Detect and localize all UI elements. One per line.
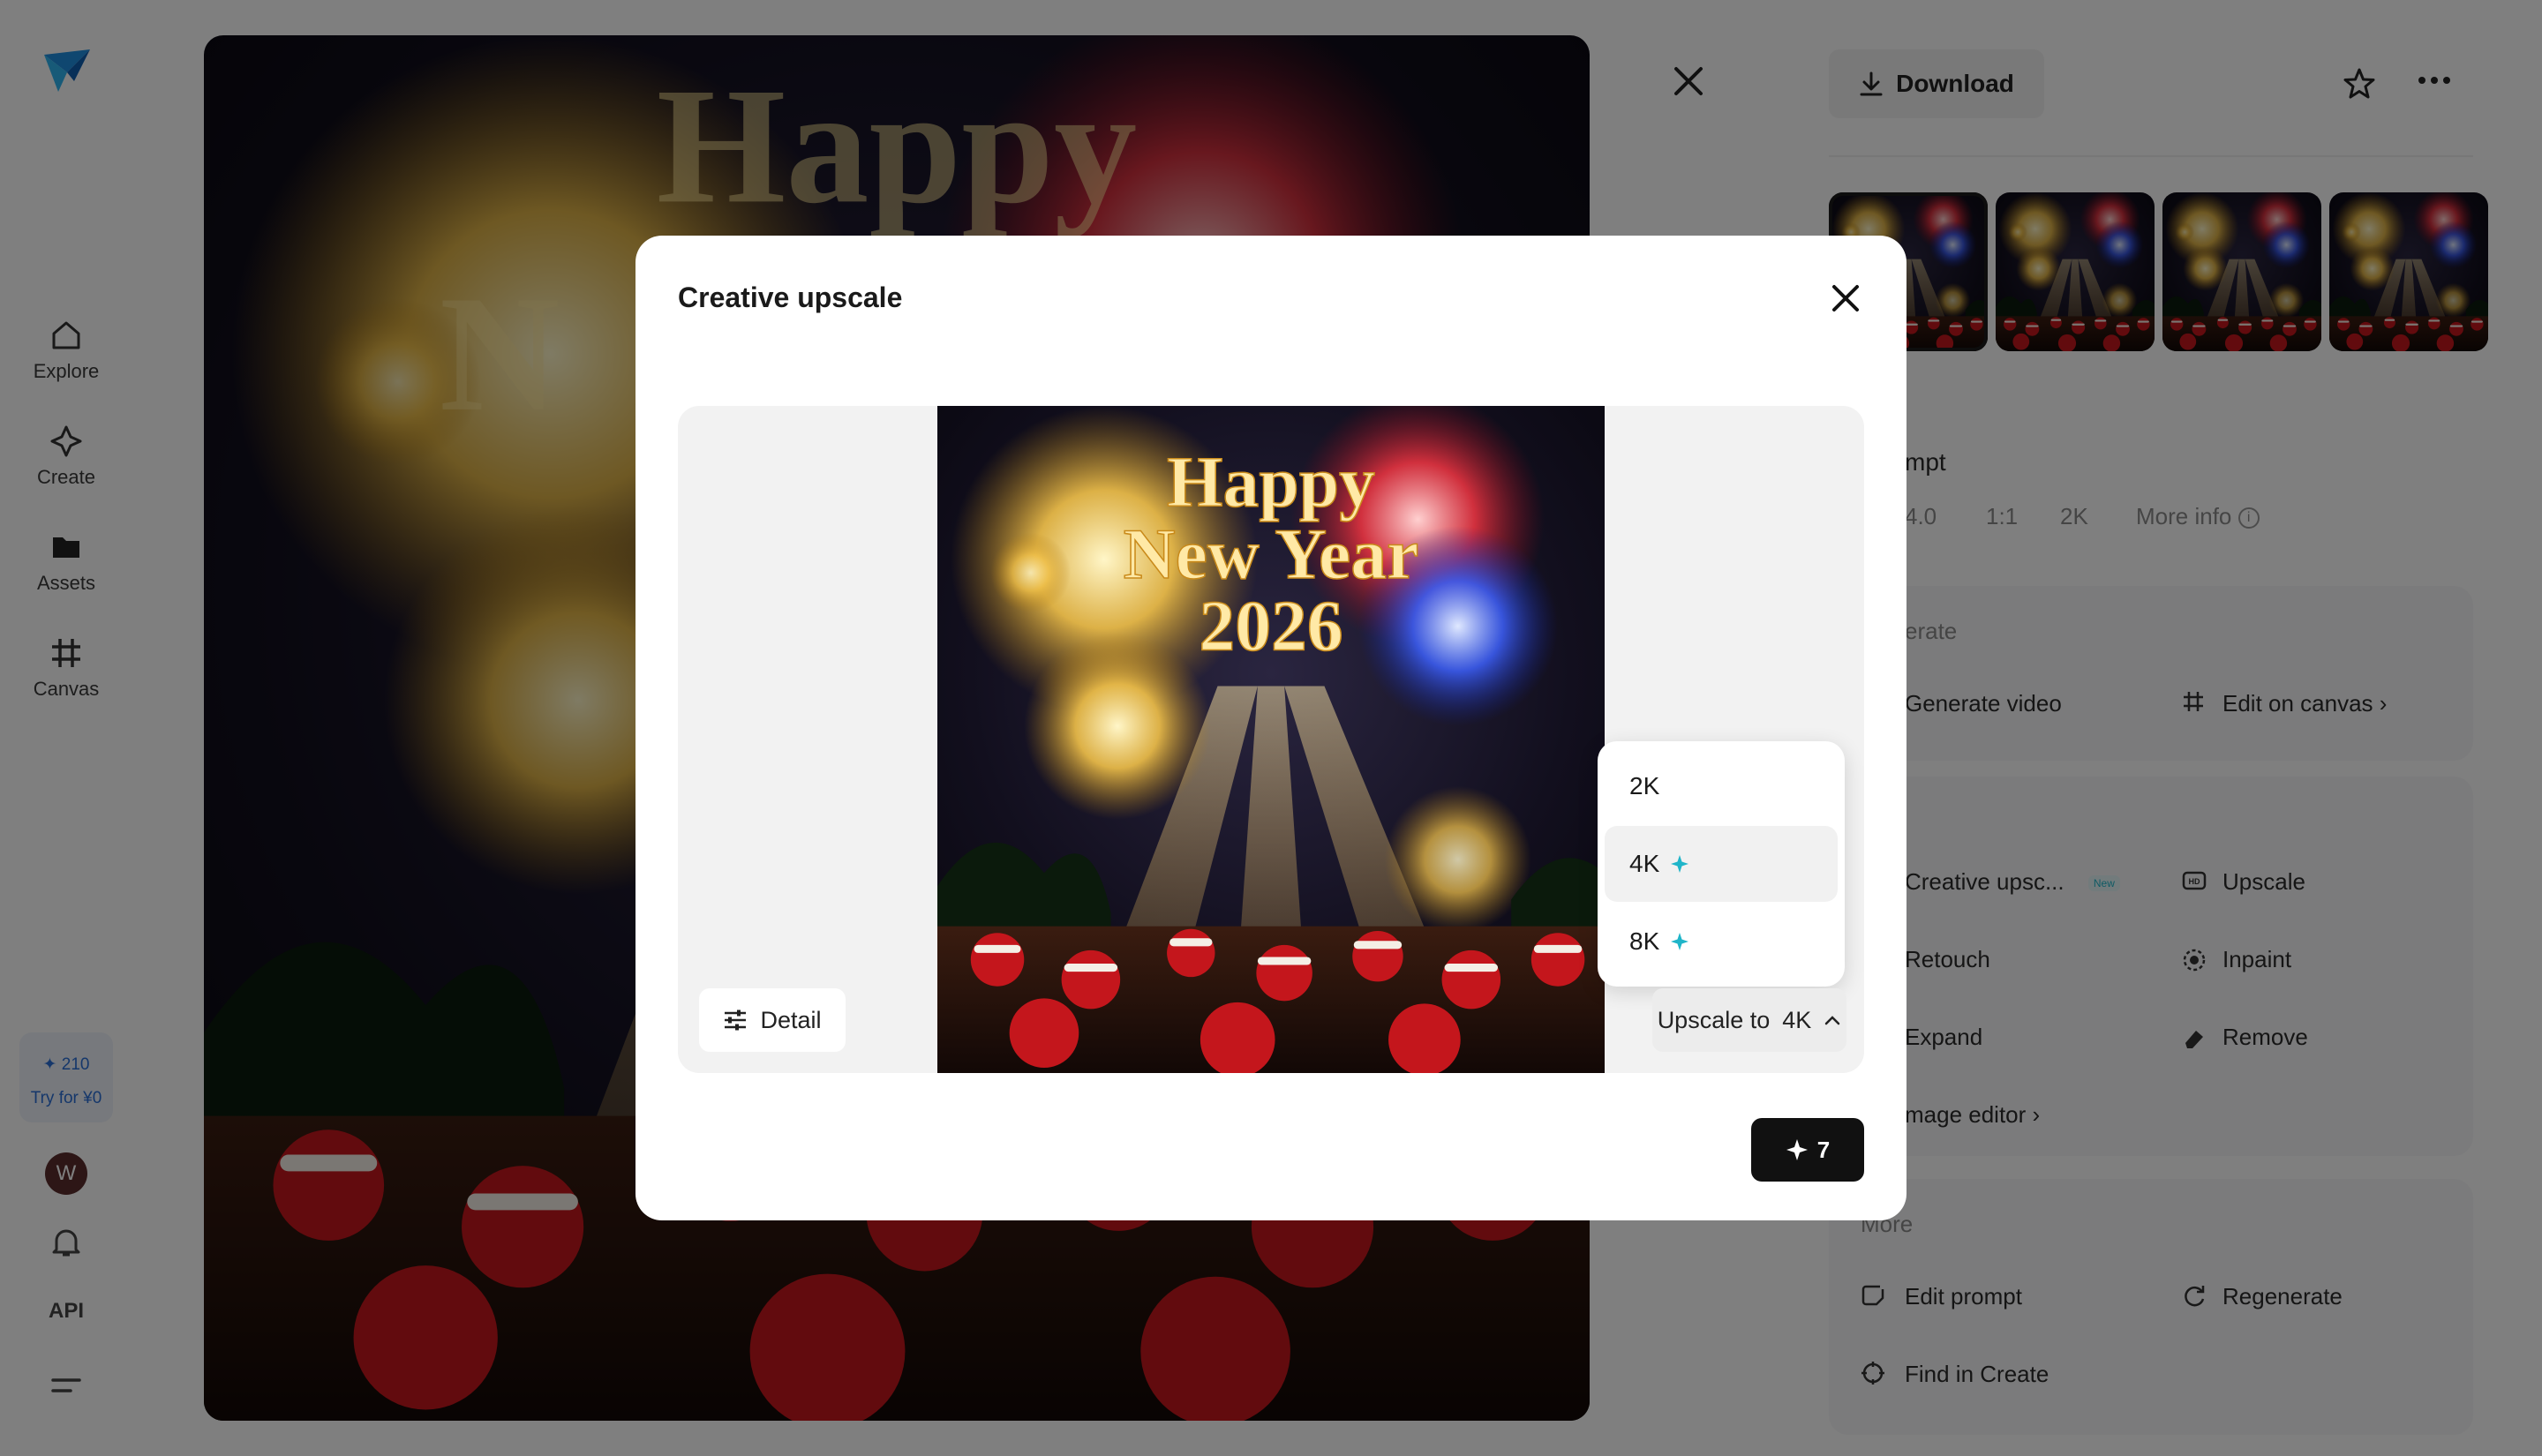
upscale-select[interactable]: Upscale to 4K: [1652, 988, 1846, 1052]
detail-label: Detail: [760, 1006, 822, 1033]
image-text-line3: 2026: [1199, 586, 1342, 666]
premium-sparkle-icon: [1671, 855, 1689, 873]
premium-sparkle-icon: [1671, 933, 1689, 950]
chevron-up-icon: [1825, 1016, 1840, 1025]
image-text-line1: Happy: [1167, 441, 1375, 522]
creative-upscale-dialog: Creative upscale Happy New Year 2026 Det…: [636, 236, 1906, 1220]
upscale-value: 4K: [1782, 1006, 1812, 1033]
option-label: 2K: [1629, 772, 1660, 799]
detail-button[interactable]: Detail: [699, 988, 846, 1052]
option-label: 4K: [1629, 850, 1660, 877]
sparkle-icon: [1786, 1139, 1808, 1160]
dialog-title: Creative upscale: [678, 281, 903, 313]
sliders-icon: [725, 1009, 747, 1031]
option-label: 8K: [1629, 927, 1660, 955]
cost-label: 7: [1816, 1136, 1831, 1163]
resolution-dropdown: 2K 4K 8K: [1598, 741, 1845, 987]
upscale-prefix: Upscale to: [1657, 1006, 1771, 1033]
option-8k[interactable]: 8K: [1605, 904, 1838, 979]
close-icon[interactable]: [1829, 281, 1862, 315]
generate-upscale-button[interactable]: 7: [1751, 1118, 1864, 1182]
option-4k[interactable]: 4K: [1605, 826, 1838, 902]
preview-area: Happy New Year 2026 Detail 2K 4K 8K Upsc…: [678, 406, 1864, 1073]
preview-image: Happy New Year 2026: [937, 406, 1605, 1073]
option-2k[interactable]: 2K: [1605, 748, 1838, 824]
app-root: Explore Create Assets Canvas ✦ 210 Try f…: [0, 0, 2542, 1456]
image-text-line2: New Year: [1124, 514, 1419, 594]
